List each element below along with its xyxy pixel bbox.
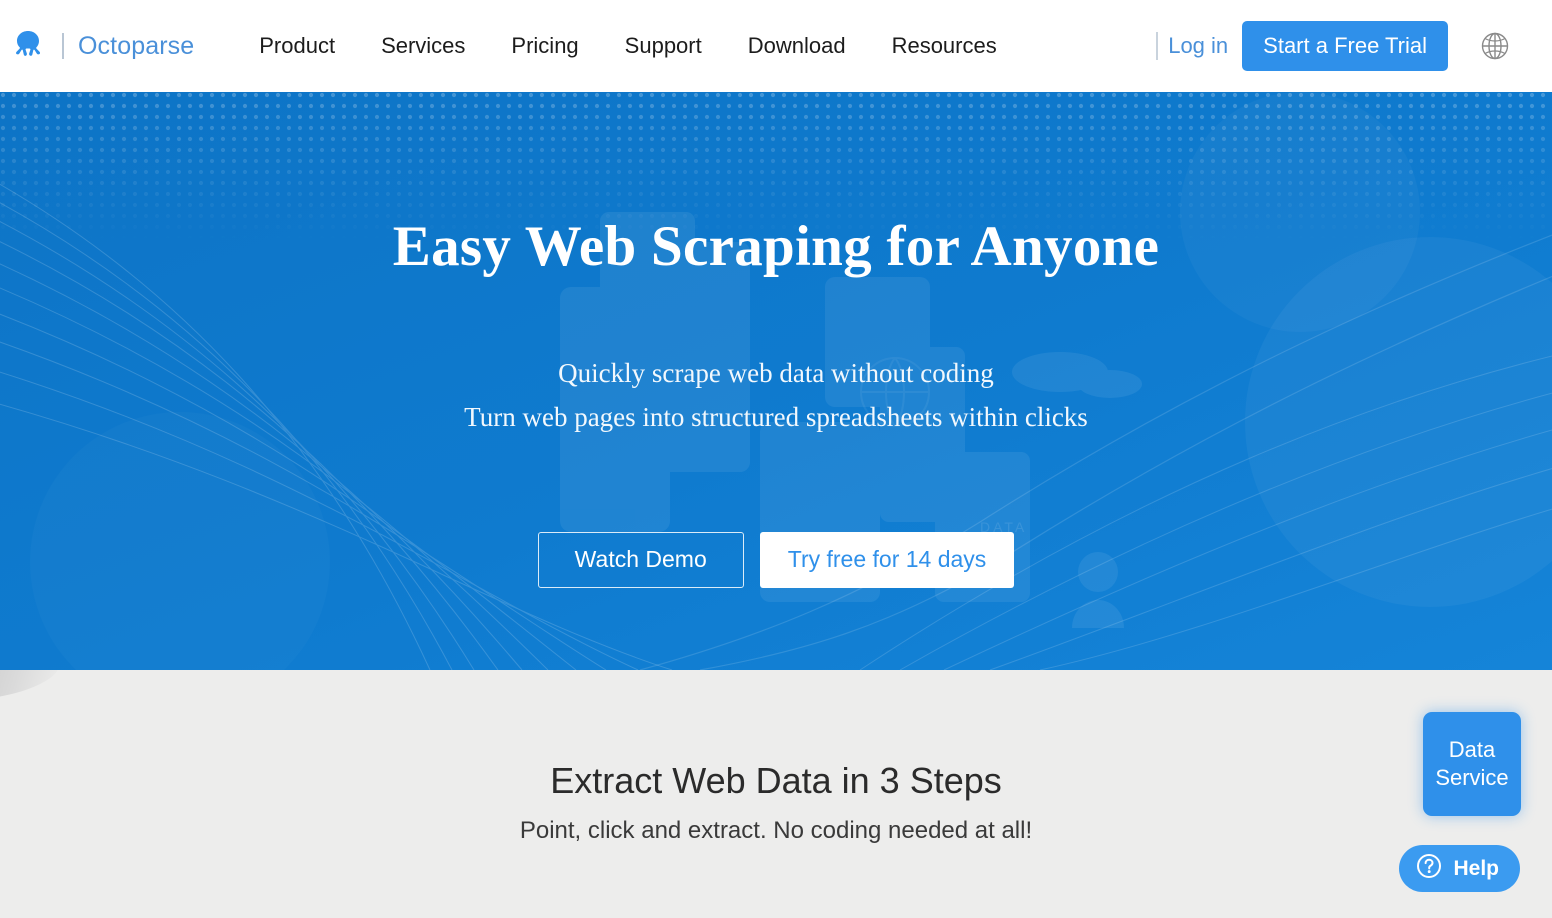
section-subtitle: Point, click and extract. No coding need… xyxy=(519,817,1033,844)
watch-demo-button[interactable]: Watch Demo xyxy=(537,531,744,588)
hero-banner: WORLD DATA xyxy=(0,92,1552,670)
nav-item-services[interactable]: Services xyxy=(358,33,488,59)
nav-separator xyxy=(1156,32,1159,60)
nav-actions: Log in Start a Free Trial xyxy=(1156,0,1552,92)
brand-name: Octoparse xyxy=(78,31,195,60)
nav-item-pricing[interactable]: Pricing xyxy=(488,33,601,59)
hero-cta-group: Watch Demo Try free for 14 days xyxy=(537,531,1015,588)
section-title: Extract Web Data in 3 Steps xyxy=(550,760,1002,801)
start-free-trial-button[interactable]: Start a Free Trial xyxy=(1242,21,1448,71)
hero-subtitle-line-2: Turn web pages into structured spreadshe… xyxy=(464,402,1088,433)
nav-item-product[interactable]: Product xyxy=(236,33,358,59)
try-free-button[interactable]: Try free for 14 days xyxy=(759,531,1015,588)
data-service-widget[interactable]: Data Service xyxy=(1423,712,1521,816)
nav-item-download[interactable]: Download xyxy=(725,33,869,59)
nav-item-support[interactable]: Support xyxy=(602,33,725,59)
globe-icon[interactable] xyxy=(1478,29,1512,63)
login-link[interactable]: Log in xyxy=(1168,33,1242,59)
brand-logo[interactable]: Octoparse xyxy=(6,24,194,68)
data-service-label-line-1: Data xyxy=(1448,736,1496,762)
top-navigation-bar: Octoparse Product Services Pricing Suppo… xyxy=(0,0,1552,92)
hero-title: Easy Web Scraping for Anyone xyxy=(392,215,1160,278)
hero-subtitle-line-1: Quickly scrape web data without coding xyxy=(558,357,994,388)
extract-steps-section: Extract Web Data in 3 Steps Point, click… xyxy=(0,670,1552,918)
octopus-logo-icon xyxy=(6,24,50,68)
hero-content: Easy Web Scraping for Anyone Quickly scr… xyxy=(0,92,1552,670)
primary-nav-links: Product Services Pricing Support Downloa… xyxy=(236,33,1020,59)
page-root: Octoparse Product Services Pricing Suppo… xyxy=(0,0,1552,918)
data-service-label-line-2: Service xyxy=(1435,765,1509,790)
nav-item-resources[interactable]: Resources xyxy=(869,33,1020,59)
help-label: Help xyxy=(1453,856,1499,880)
decorative-corner-swoosh xyxy=(0,670,63,704)
help-button[interactable]: Help xyxy=(1399,845,1520,892)
question-circle-icon xyxy=(1416,853,1442,884)
brand-divider xyxy=(62,33,64,59)
